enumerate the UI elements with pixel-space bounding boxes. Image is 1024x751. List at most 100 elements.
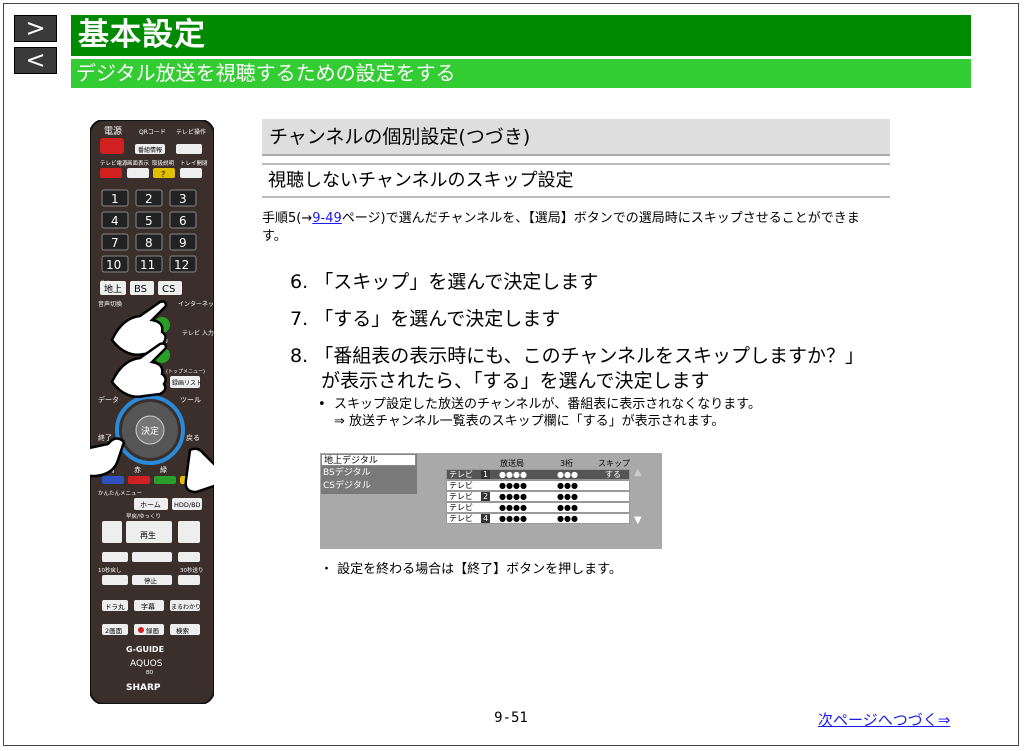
row-station: ●●●● — [499, 514, 527, 523]
svg-text:(トップメニュー): (トップメニュー) — [166, 369, 205, 375]
row-three-digit: ●●● — [557, 470, 578, 479]
blue-button[interactable] — [102, 476, 124, 484]
tv-op-button[interactable] — [176, 144, 202, 154]
red-button[interactable] — [128, 476, 150, 484]
next-chapter-button[interactable] — [178, 552, 200, 562]
bs-label: BS — [134, 284, 147, 295]
digit-label: 9 — [179, 236, 187, 250]
sharp-logo: SHARP — [126, 683, 161, 693]
svg-text:赤: 赤 — [134, 466, 141, 474]
remote-label-proginfo: 番組情報 — [138, 146, 162, 154]
svg-text:ホーム: ホーム — [140, 501, 161, 509]
row-name: テレビ — [449, 470, 473, 479]
svg-text:字幕: 字幕 — [141, 602, 155, 611]
digital-label: 地上 — [104, 283, 122, 295]
svg-text:まるわかり: まるわかり — [171, 604, 201, 611]
rewind-button[interactable] — [102, 521, 122, 543]
fast-forward-button[interactable] — [178, 521, 200, 543]
svg-text:HDD/BD: HDD/BD — [174, 501, 201, 509]
digit-label: 7 — [111, 236, 119, 250]
row-station: ●●●● — [499, 481, 527, 490]
remote-label-qr: QRコード — [139, 129, 166, 136]
remote-label-power: 電源 — [104, 126, 122, 137]
svg-text:録画: 録画 — [146, 626, 159, 635]
tab-bs[interactable]: BSデジタル — [323, 467, 371, 479]
page-number: 9-51 — [494, 710, 528, 726]
tv-power-button[interactable] — [100, 168, 122, 178]
power-button[interactable] — [100, 138, 124, 154]
page-title: 基本設定 — [78, 17, 206, 53]
skip-back-button[interactable] — [102, 575, 128, 585]
svg-text:かんたんメニュー: かんたんメニュー — [98, 490, 142, 497]
scroll-up-icon[interactable]: ▲ — [634, 467, 642, 478]
green-button[interactable] — [154, 476, 176, 484]
row-skip: する — [605, 470, 621, 479]
row-three-digit: ●●● — [557, 492, 578, 501]
row-name: テレビ — [449, 503, 473, 512]
row-channel-badge: 2 — [481, 492, 490, 501]
table-row[interactable]: テレビ ●●●● ●●● — [446, 502, 630, 513]
row-name: テレビ — [449, 514, 473, 523]
svg-text:?: ? — [161, 170, 165, 179]
tray-button[interactable] — [180, 168, 202, 178]
svg-text:ツール: ツール — [180, 396, 201, 404]
row-three-digit: ●●● — [557, 481, 578, 490]
remote-control: 電源 QRコード テレビ操作 番組情報 テレビ電源 画面表示 取扱説明 トレイ開… — [90, 120, 214, 704]
digit-label: 5 — [145, 214, 153, 228]
svg-text:音声切換: 音声切換 — [98, 300, 122, 308]
row-name: テレビ — [449, 481, 473, 490]
digit-label: 4 — [111, 214, 119, 228]
step-6: 6. 「スキップ」を選んで決定します — [290, 271, 599, 293]
row-three-digit: ●●● — [557, 503, 578, 512]
scroll-down-icon[interactable]: ▼ — [634, 515, 642, 526]
svg-text:録画リスト: 録画リスト — [172, 379, 202, 387]
col-three: 3桁 — [560, 459, 574, 468]
svg-text:決定: 決定 — [141, 425, 159, 437]
table-row[interactable]: テレビ 4 ●●●● ●●● — [446, 513, 630, 524]
prev-chapter-button[interactable] — [102, 552, 128, 562]
tab-cs[interactable]: CSデジタル — [323, 480, 371, 492]
digit-label: 3 — [179, 192, 187, 206]
table-row[interactable]: テレビ ●●●● ●●● — [446, 480, 630, 491]
row-name: テレビ — [449, 492, 473, 501]
pause-button[interactable] — [132, 552, 172, 562]
gguide-logo: G-GUIDE — [126, 645, 164, 654]
tab-terrestrial[interactable]: 地上デジタル — [321, 454, 416, 466]
svg-text:ドラ丸: ドラ丸 — [105, 602, 125, 611]
svg-text:インターネット: インターネット — [178, 300, 214, 308]
intro-text: 手順5(→9-49ページ)で選んだチャンネルを、【選局】ボタンでの選局時にスキッ… — [262, 211, 860, 244]
svg-text:2画面: 2画面 — [105, 627, 123, 635]
table-row[interactable]: テレビ 1 ●●●● ●●● する — [446, 469, 630, 480]
skip-fwd-button[interactable] — [178, 575, 200, 585]
col-station: 放送局 — [500, 459, 524, 468]
digit-label: 1 — [111, 192, 119, 206]
next-page-button[interactable]: > — [14, 15, 57, 42]
svg-text:トレイ開閉: トレイ開閉 — [180, 160, 208, 167]
digit-label: 10 — [106, 258, 121, 272]
svg-text:早戻/ゆっくり: 早戻/ゆっくり — [126, 512, 161, 520]
row-channel-badge: 4 — [481, 514, 490, 523]
svg-text:取扱説明: 取扱説明 — [152, 159, 175, 167]
svg-text:データ: データ — [98, 395, 119, 404]
svg-text:戻る: 戻る — [186, 433, 200, 442]
page-subtitle: デジタル放送を視聴するための設定をする — [76, 61, 456, 85]
subheading-rule-bottom — [262, 196, 890, 198]
svg-text:画面表示: 画面表示 — [127, 159, 150, 167]
svg-text:検索: 検索 — [176, 626, 190, 635]
bullet-note: • スキップ設定した放送のチャンネルが、番組表に表示されなくなります。 ⇒ 放送チ… — [318, 397, 761, 429]
next-page-link[interactable]: 次ページへつづく⇒ — [818, 709, 950, 730]
svg-text:テレビ電源: テレビ電源 — [100, 159, 128, 167]
svg-text:再生: 再生 — [140, 530, 156, 540]
col-skip: スキップ — [598, 459, 630, 468]
page-ref-link[interactable]: 9-49 — [312, 211, 342, 226]
row-channel-badge: 1 — [481, 470, 490, 479]
record-dot-icon — [138, 627, 144, 633]
table-row[interactable]: テレビ 2 ●●●● ●●● — [446, 491, 630, 502]
subtitle-bar: デジタル放送を視聴するための設定をする — [71, 59, 971, 88]
step-8: 8. 「番組表の表示時にも、このチャンネルをスキップしますか？」 が表示されたら、… — [290, 345, 865, 392]
prev-page-button[interactable]: < — [14, 47, 57, 74]
svg-text:緑: 緑 — [160, 465, 167, 474]
remote-label-tvop: テレビ操作 — [176, 128, 206, 136]
display-button[interactable] — [127, 168, 149, 178]
row-station: ●●●● — [499, 503, 527, 512]
